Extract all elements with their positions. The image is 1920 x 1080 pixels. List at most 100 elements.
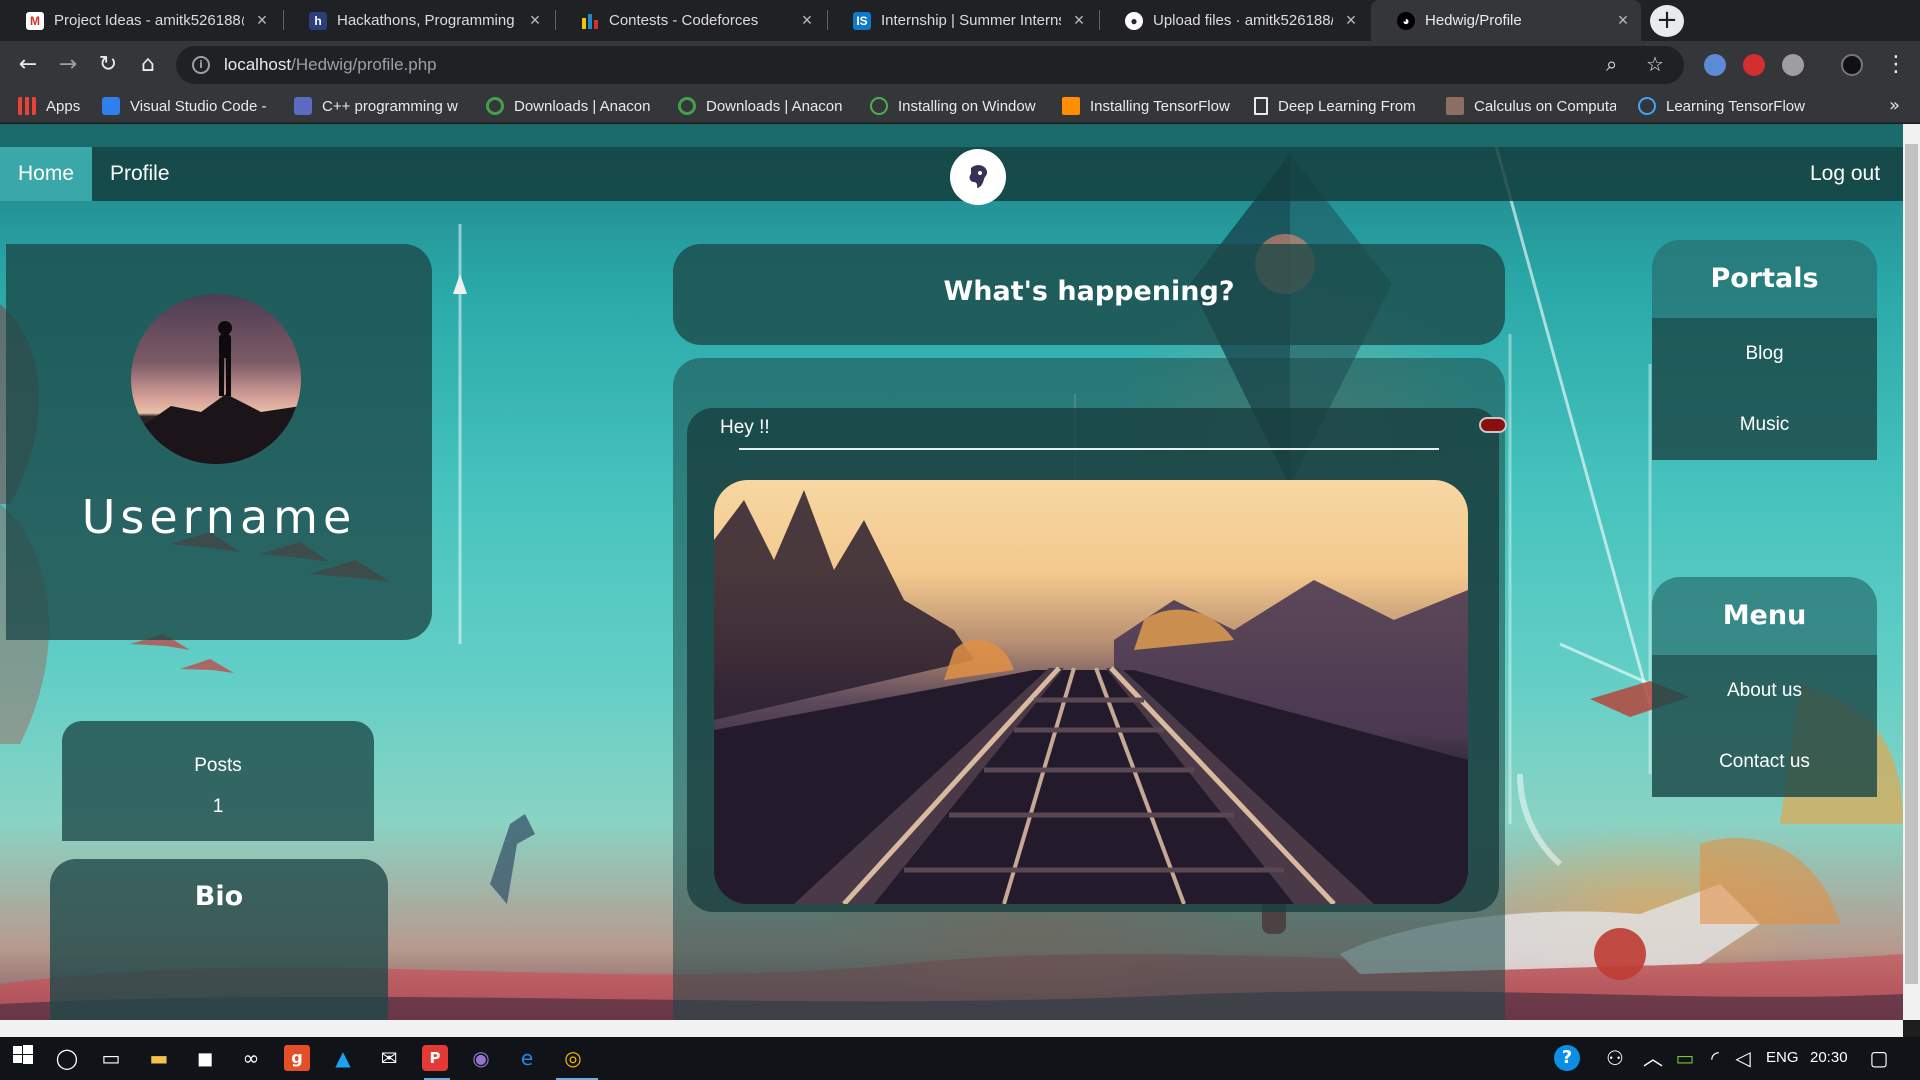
store-icon[interactable]: ◼ bbox=[192, 1045, 218, 1071]
anaconda-icon bbox=[870, 97, 888, 115]
bookmark-installing-windows[interactable]: Installing on Window bbox=[870, 89, 1040, 123]
tab-internshala[interactable]: IS Internship | Summer Internsh × bbox=[827, 0, 1097, 41]
zoom-icon[interactable]: ⌕ bbox=[1606, 52, 1617, 76]
share-icon bbox=[1638, 97, 1656, 115]
twitter-icon[interactable]: ▲ bbox=[330, 1045, 356, 1071]
portal-link-blog[interactable]: Blog bbox=[1652, 318, 1877, 389]
bookmark-anaconda-1[interactable]: Downloads | Anacon bbox=[486, 89, 656, 123]
reload-icon[interactable]: ↻ bbox=[92, 49, 124, 81]
hackerearth-icon: h bbox=[309, 11, 327, 30]
close-icon[interactable]: × bbox=[527, 10, 543, 31]
task-view-icon[interactable]: ▭ bbox=[98, 1045, 124, 1071]
app-g-icon[interactable]: g bbox=[284, 1045, 310, 1071]
portal-link-music[interactable]: Music bbox=[1652, 389, 1877, 460]
adblock-icon[interactable] bbox=[1743, 54, 1765, 76]
app-p-icon[interactable]: P bbox=[422, 1045, 448, 1071]
chevron-double-right-icon[interactable]: » bbox=[1889, 95, 1900, 116]
horizontal-scrollbar[interactable] bbox=[0, 1020, 1903, 1037]
url-text[interactable]: localhost/Hedwig/profile.php bbox=[224, 55, 437, 75]
notification-icon[interactable]: ▢ bbox=[1866, 1045, 1892, 1071]
nav-home[interactable]: Home bbox=[0, 147, 93, 201]
menu-link-about[interactable]: About us bbox=[1652, 655, 1877, 726]
language-indicator[interactable]: ENG bbox=[1766, 1049, 1799, 1066]
cpp-icon bbox=[294, 97, 312, 115]
mail-icon[interactable]: ✉ bbox=[376, 1045, 402, 1071]
post-image bbox=[714, 480, 1468, 904]
menu-link-contact[interactable]: Contact us bbox=[1652, 726, 1877, 797]
bio-card: Bio bbox=[50, 859, 388, 1020]
chevron-up-icon[interactable]: ︿ bbox=[1640, 1045, 1666, 1071]
bookmark-tensorflow[interactable]: Installing TensorFlow bbox=[1062, 89, 1232, 123]
profile-card: Username bbox=[6, 244, 432, 640]
apps-grid-icon bbox=[18, 97, 36, 115]
menu-title: Menu bbox=[1652, 577, 1877, 655]
edge-icon[interactable]: e bbox=[514, 1045, 540, 1071]
back-arrow-icon[interactable]: ← bbox=[12, 49, 44, 81]
extension-icon[interactable] bbox=[1704, 54, 1726, 76]
avatar bbox=[131, 294, 301, 464]
bookmark-calculus[interactable]: Calculus on Computa bbox=[1446, 89, 1616, 123]
infinity-app-icon[interactable]: ∞ bbox=[238, 1045, 264, 1071]
post-text: Hey !! bbox=[720, 417, 770, 438]
home-icon[interactable]: ⌂ bbox=[132, 49, 164, 81]
bookmark-apps[interactable]: Apps bbox=[18, 89, 88, 123]
address-bar[interactable]: i localhost/Hedwig/profile.php ⌕ ☆ bbox=[176, 46, 1684, 84]
mail-extension-icon[interactable] bbox=[1782, 54, 1804, 76]
bookmark-vscode[interactable]: Visual Studio Code - bbox=[102, 89, 272, 123]
help-icon[interactable]: ? bbox=[1554, 1045, 1580, 1071]
whats-happening-box[interactable]: What's happening? bbox=[673, 244, 1505, 345]
windows-taskbar: ◯ ▭ ▬ ◼ ∞ g ▲ ✉ P ◉ e ◎ ? ⚇ ︿ ▭ ◜ ◁ ENG … bbox=[0, 1037, 1920, 1080]
chrome-icon[interactable]: ◎ bbox=[560, 1045, 586, 1071]
kebab-menu-icon[interactable]: ⋮ bbox=[1880, 49, 1912, 81]
owl-icon bbox=[969, 165, 988, 188]
tab-github[interactable]: ● Upload files · amitk526188/H × bbox=[1099, 0, 1369, 41]
nav-logout[interactable]: Log out bbox=[1792, 147, 1898, 201]
search-circle-icon[interactable]: ◯ bbox=[54, 1045, 80, 1071]
bookmark-star-icon[interactable]: ☆ bbox=[1646, 52, 1664, 76]
bookmarks-bar: Apps Visual Studio Code - C++ programmin… bbox=[0, 89, 1920, 123]
gmail-icon: M bbox=[26, 11, 44, 30]
close-icon[interactable]: × bbox=[1071, 10, 1087, 31]
close-icon[interactable]: × bbox=[799, 10, 815, 31]
tab-strip: M Project Ideas - amitk526188@ × h Hacka… bbox=[0, 0, 1920, 41]
scrollbar-thumb[interactable] bbox=[1905, 144, 1918, 984]
wifi-icon[interactable]: ◜ bbox=[1702, 1045, 1728, 1071]
clock[interactable]: 20:30 bbox=[1810, 1049, 1848, 1066]
speaker-muted-icon[interactable]: ◁ bbox=[1730, 1045, 1756, 1071]
new-tab-button[interactable]: + bbox=[1650, 5, 1684, 37]
close-icon[interactable]: × bbox=[1343, 10, 1359, 31]
tab-hedwig-profile[interactable]: ◕ Hedwig/Profile × bbox=[1371, 0, 1641, 41]
railway-image bbox=[714, 490, 1468, 904]
vertical-scrollbar[interactable] bbox=[1903, 124, 1920, 1020]
post-feed: Hey !! bbox=[673, 358, 1507, 1020]
tab-codeforces[interactable]: Contests - Codeforces × bbox=[555, 0, 825, 41]
post-card: Hey !! bbox=[687, 408, 1507, 912]
anaconda-icon bbox=[678, 97, 696, 115]
bookmark-learning-tensorflow[interactable]: Learning TensorFlow bbox=[1638, 89, 1818, 123]
app-circle-icon[interactable]: ◉ bbox=[468, 1045, 494, 1071]
close-icon[interactable]: × bbox=[1615, 10, 1631, 31]
nav-profile[interactable]: Profile bbox=[92, 147, 188, 201]
tab-hackerearth[interactable]: h Hackathons, Programming & × bbox=[283, 0, 553, 41]
forward-arrow-icon[interactable]: → bbox=[52, 49, 84, 81]
profile-avatar-icon[interactable] bbox=[1841, 54, 1863, 76]
file-explorer-icon[interactable]: ▬ bbox=[146, 1045, 172, 1071]
people-icon[interactable]: ⚇ bbox=[1602, 1045, 1628, 1071]
page-viewport: Home Profile Log out Username Posts 1 Bi… bbox=[0, 124, 1903, 1020]
bookmark-anaconda-2[interactable]: Downloads | Anacon bbox=[678, 89, 848, 123]
blog-icon bbox=[1446, 97, 1464, 115]
windows-start-icon[interactable] bbox=[10, 1045, 36, 1071]
info-icon[interactable]: i bbox=[192, 56, 210, 74]
bookmark-deep-learning[interactable]: Deep Learning From bbox=[1254, 89, 1424, 123]
internshala-icon: IS bbox=[853, 11, 871, 30]
battery-icon[interactable]: ▭ bbox=[1672, 1045, 1698, 1071]
portals-title: Portals bbox=[1652, 240, 1877, 318]
tab-gmail[interactable]: M Project Ideas - amitk526188@ × bbox=[0, 0, 280, 41]
site-logo-icon[interactable] bbox=[950, 149, 1006, 205]
bookmark-cpp[interactable]: C++ programming w bbox=[294, 89, 464, 123]
vscode-icon bbox=[102, 97, 120, 115]
delete-post-button[interactable] bbox=[1479, 417, 1507, 433]
close-icon[interactable]: × bbox=[254, 10, 270, 31]
post-divider bbox=[739, 448, 1439, 450]
bio-title: Bio bbox=[194, 881, 244, 912]
